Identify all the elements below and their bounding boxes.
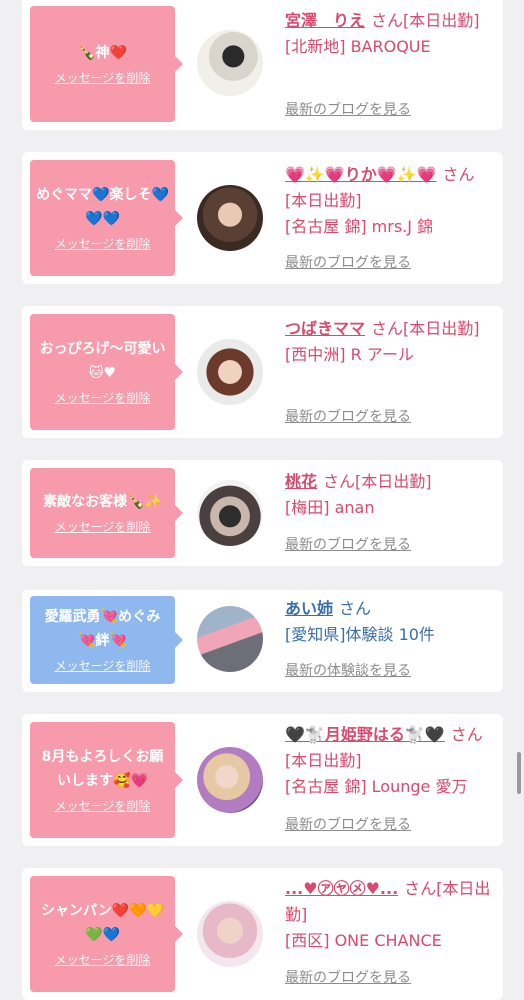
latest-review-link[interactable]: 最新の体験談を見る [285, 661, 411, 681]
message-bubble: シャンパン❤️🧡💛💚💙 メッセージを削除 [30, 876, 183, 992]
cast-name-link[interactable]: 💗✨💗りか💗✨💗 [285, 165, 437, 184]
cast-info: つばきママ さん[本日出勤] [西中洲] R アール [285, 316, 493, 368]
avatar[interactable] [197, 747, 263, 813]
cast-status: さん[本日出勤] [371, 319, 480, 338]
message-bubble: 🍾神❤️ メッセージを削除 [30, 6, 183, 122]
avatar[interactable] [197, 606, 263, 672]
cast-location: [西区] ONE CHANCE [285, 931, 442, 950]
message-text: めぐママ💙楽しそ💙💙💙 [36, 187, 169, 227]
cast-name-link[interactable]: 宮澤 りえ [285, 11, 365, 30]
cast-info: あい姉 さん [愛知県]体験談 10件 [285, 596, 493, 648]
message-text: シャンパン❤️🧡💛💚💙 [41, 903, 164, 943]
delete-message-link[interactable]: メッセージを削除 [55, 951, 151, 969]
message-card: 🍾神❤️ メッセージを削除 宮澤 りえ さん[本日出勤] [北新地] BAROQU… [22, 0, 503, 130]
message-card: 愛羅武勇💘めぐみ💘絆💘 メッセージを削除 あい姉 さん [愛知県]体験談 10件 … [22, 590, 503, 692]
message-bubble: 素敵なお客様🍾✨ メッセージを削除 [30, 468, 183, 558]
scrollbar[interactable] [517, 752, 521, 794]
message-text: 8月もよろしくお願いします🥰💗 [41, 749, 164, 789]
cast-info: 宮澤 りえ さん[本日出勤] [北新地] BAROQUE [285, 8, 493, 60]
cast-location: [西中洲] R アール [285, 345, 414, 364]
avatar[interactable] [197, 30, 263, 96]
message-text: 🍾神❤️ [78, 45, 127, 61]
latest-blog-link[interactable]: 最新のブログを見る [285, 535, 411, 555]
cast-status: さん [339, 599, 372, 618]
cast-location: [梅田] anan [285, 498, 375, 517]
delete-message-link[interactable]: メッセージを削除 [55, 657, 151, 675]
avatar[interactable] [197, 339, 263, 405]
cast-info: 🖤🐩月姫野はる🐩🖤 さん[本日出勤] [名古屋 錦] Lounge 愛万 [285, 722, 493, 800]
cast-info: 桃花 さん[本日出勤] [梅田] anan [285, 469, 493, 521]
message-text: 愛羅武勇💘めぐみ💘絆💘 [44, 609, 161, 649]
message-text: おっぴろげ〜可愛い🐱♥ [39, 341, 166, 381]
latest-blog-link[interactable]: 最新のブログを見る [285, 253, 411, 273]
cast-name-link[interactable]: ...♥㋐㋳㋱♥... [285, 879, 398, 898]
cast-name-link[interactable]: つばきママ [285, 319, 365, 338]
cast-status: さん[本日出勤] [323, 472, 432, 491]
message-card: 8月もよろしくお願いします🥰💗 メッセージを削除 🖤🐩月姫野はる🐩🖤 さん[本日出… [22, 714, 503, 846]
cast-info: 💗✨💗りか💗✨💗 さん[本日出勤] [名古屋 錦] mrs.J 錦 [285, 162, 493, 240]
message-bubble: 8月もよろしくお願いします🥰💗 メッセージを削除 [30, 722, 183, 838]
cast-location: [愛知県]体験談 10件 [285, 625, 435, 644]
delete-message-link[interactable]: メッセージを削除 [55, 518, 151, 536]
delete-message-link[interactable]: メッセージを削除 [55, 69, 151, 87]
message-card: 素敵なお客様🍾✨ メッセージを削除 桃花 さん[本日出勤] [梅田] anan 最… [22, 460, 503, 566]
delete-message-link[interactable]: メッセージを削除 [55, 235, 151, 253]
message-list: 🍾神❤️ メッセージを削除 宮澤 りえ さん[本日出勤] [北新地] BAROQU… [0, 0, 524, 1000]
message-bubble: おっぴろげ〜可愛い🐱♥ メッセージを削除 [30, 314, 183, 430]
message-text: 素敵なお客様🍾✨ [43, 494, 162, 510]
latest-blog-link[interactable]: 最新のブログを見る [285, 100, 411, 120]
message-bubble: めぐママ💙楽しそ💙💙💙 メッセージを削除 [30, 160, 183, 276]
cast-info: ...♥㋐㋳㋱♥... さん[本日出勤] [西区] ONE CHANCE [285, 876, 493, 954]
cast-location: [名古屋 錦] mrs.J 錦 [285, 217, 434, 236]
latest-blog-link[interactable]: 最新のブログを見る [285, 968, 411, 988]
avatar[interactable] [197, 480, 263, 546]
cast-name-link[interactable]: 🖤🐩月姫野はる🐩🖤 [285, 725, 445, 744]
cast-name-link[interactable]: 桃花 [285, 472, 317, 491]
message-bubble: 愛羅武勇💘めぐみ💘絆💘 メッセージを削除 [30, 596, 183, 684]
latest-blog-link[interactable]: 最新のブログを見る [285, 407, 411, 427]
avatar[interactable] [197, 901, 263, 967]
message-card: めぐママ💙楽しそ💙💙💙 メッセージを削除 💗✨💗りか💗✨💗 さん[本日出勤] [名… [22, 152, 503, 284]
delete-message-link[interactable]: メッセージを削除 [55, 389, 151, 407]
message-card: シャンパン❤️🧡💛💚💙 メッセージを削除 ...♥㋐㋳㋱♥... さん[本日出勤]… [22, 868, 503, 1000]
delete-message-link[interactable]: メッセージを削除 [55, 797, 151, 815]
cast-location: [北新地] BAROQUE [285, 37, 431, 56]
cast-location: [名古屋 錦] Lounge 愛万 [285, 777, 468, 796]
cast-name-link[interactable]: あい姉 [285, 599, 333, 618]
cast-status: さん[本日出勤] [371, 11, 480, 30]
latest-blog-link[interactable]: 最新のブログを見る [285, 815, 411, 835]
avatar[interactable] [197, 185, 263, 251]
message-card: おっぴろげ〜可愛い🐱♥ メッセージを削除 つばきママ さん[本日出勤] [西中洲]… [22, 306, 503, 438]
